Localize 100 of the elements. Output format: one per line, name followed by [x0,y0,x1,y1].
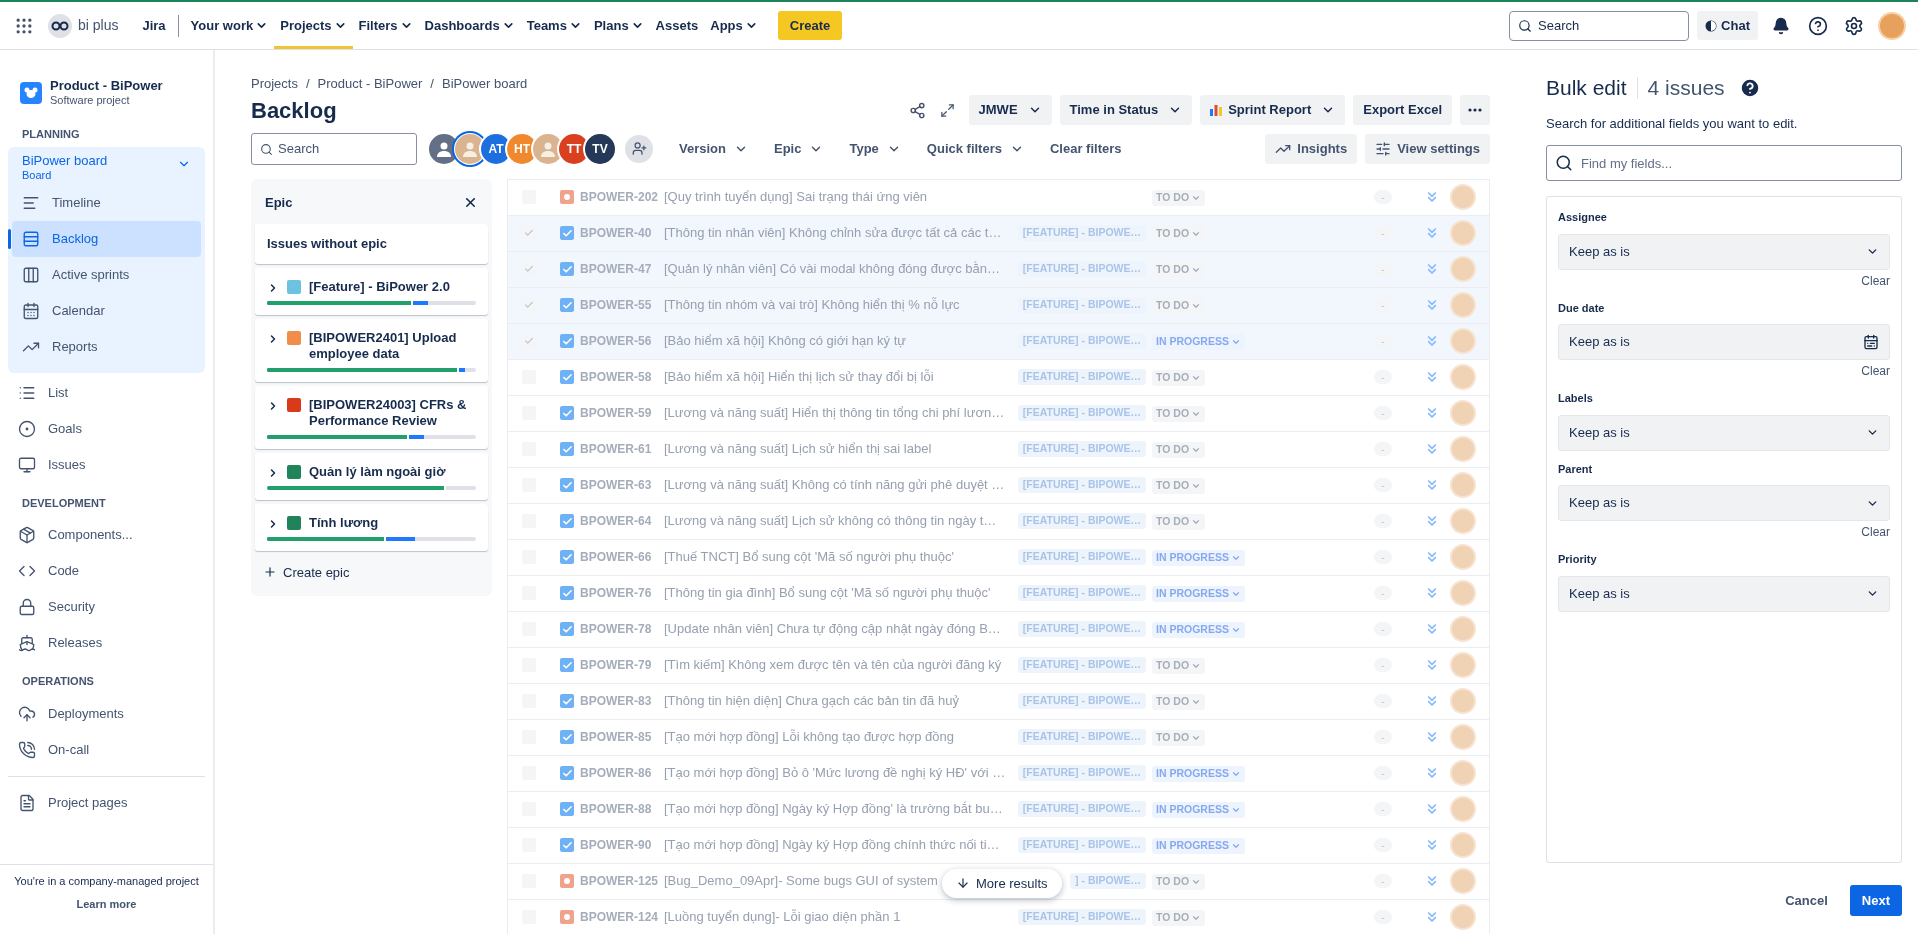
issue-key[interactable]: BPOWER-90 [580,836,664,854]
issue-key[interactable]: BPOWER-59 [580,404,664,422]
clear-link[interactable]: Clear [1861,269,1890,290]
learn-more-link[interactable]: Learn more [76,895,137,912]
select-field[interactable]: Keep as is [1558,414,1890,451]
sidebar-item[interactable]: Security [8,589,205,625]
issue-key[interactable]: BPOWER-55 [580,296,664,314]
filter-dropdown[interactable]: Version [671,133,756,164]
toolbar-button[interactable]: Time in Status [1059,95,1193,125]
sidebar-item[interactable]: Backlog [12,220,201,257]
filter-dropdown[interactable]: Quick filters [918,133,1032,164]
issue-key[interactable]: BPOWER-86 [580,764,664,782]
status-lozenge[interactable]: TO DO [1152,514,1206,530]
toolbar-button[interactable]: Insights [1265,133,1358,164]
select-field[interactable]: Keep as is [1558,233,1890,270]
nav-item[interactable]: Teams [520,2,588,49]
nav-item[interactable]: Apps [704,2,764,49]
status-lozenge[interactable]: TO DO [1152,262,1206,278]
toolbar-button[interactable]: Export Excel [1353,95,1452,125]
search-field[interactable]: Find my fields... [1546,145,1902,181]
status-lozenge[interactable]: TO DO [1152,226,1206,242]
issue-key[interactable]: BPOWER-78 [580,620,664,638]
sidebar-item[interactable]: Timeline [12,184,201,221]
create-button[interactable]: Create [777,10,843,41]
sidebar-item[interactable]: Components... [8,517,205,553]
avatar[interactable]: AT [481,133,511,164]
toolbar-button[interactable]: JMWE [968,95,1052,125]
issue-key[interactable]: BPOWER-76 [580,584,664,602]
sidebar-item[interactable]: Code [8,553,205,589]
status-lozenge[interactable]: TO DO [1152,190,1206,206]
select-field[interactable]: Keep as is [1558,485,1890,521]
status-lozenge[interactable]: TO DO [1152,658,1206,674]
add-people-button[interactable] [625,134,653,163]
issue-key[interactable]: BPOWER-64 [580,512,664,530]
epic-card[interactable]: [BIPOWER24003] CFRs & Performance Review [255,385,488,449]
toolbar-button[interactable]: View settings [1365,133,1490,164]
issue-key[interactable]: BPOWER-88 [580,800,664,818]
avatar[interactable]: TV [585,133,615,164]
status-lozenge[interactable]: IN PROGRESS [1152,586,1245,602]
epic-card[interactable]: Tính lương [255,503,488,551]
sidebar-item[interactable]: List [8,374,205,411]
sidebar-item[interactable]: Active sprints [12,256,201,293]
status-lozenge[interactable]: IN PROGRESS [1152,802,1245,818]
issue-key[interactable]: BPOWER-58 [580,368,664,386]
nav-item[interactable]: Filters [352,2,419,49]
toolbar-button[interactable]: Sprint Report [1200,95,1346,125]
create-epic-button[interactable]: Create epic [255,558,488,586]
issue-key[interactable]: BPOWER-124 [580,908,664,926]
select-field[interactable]: Keep as is [1558,575,1890,612]
issue-row[interactable]: BPOWER-55 [Thông tin nhóm và vai trò] Không hiển thị % nỗ lực [FEATURE] - BIPOWE… TO DO - [508,287,1489,324]
status-lozenge[interactable]: TO DO [1152,370,1206,386]
issue-key[interactable]: BPOWER-61 [580,440,664,458]
issue-row[interactable]: BPOWER-40 [Thông tin nhân viên] Không chỉnh sửa được tất cả các t… [FEATURE] - BIPOWE… TO DO - [508,215,1489,252]
breadcrumb-link[interactable]: Product - BiPower [317,74,423,94]
sidebar-item[interactable]: Reports [12,328,201,365]
nav-item[interactable]: Assets [649,2,705,49]
row-checkbox[interactable] [522,334,536,348]
nav-item[interactable]: Plans [587,2,650,49]
epic-card[interactable]: [Feature] - BiPower 2.0 [255,267,488,315]
cancel-button[interactable]: Cancel [1771,884,1842,916]
nav-item[interactable]: Projects [274,2,353,49]
row-checkbox[interactable] [522,298,536,312]
nav-item[interactable]: Dashboards [418,2,521,49]
date-field[interactable]: Keep as is [1558,324,1890,360]
settings-icon[interactable] [1844,15,1864,36]
avatar[interactable] [533,133,563,164]
status-lozenge[interactable]: TO DO [1152,730,1206,746]
status-lozenge[interactable]: IN PROGRESS [1152,838,1245,854]
issue-key[interactable]: BPOWER-202 [580,188,664,206]
status-lozenge[interactable]: TO DO [1152,694,1206,710]
more-results-button[interactable]: More results [942,868,1062,898]
avatar[interactable] [1880,13,1904,38]
sidebar-item[interactable]: Project pages [8,784,205,821]
status-lozenge[interactable]: TO DO [1152,910,1206,926]
search-field[interactable]: Search [251,132,417,165]
issue-key[interactable]: BPOWER-125 [580,872,664,890]
board-toggle[interactable]: BiPower board Board [12,146,201,185]
issue-key[interactable]: BPOWER-40 [580,224,664,242]
avatar[interactable]: TT [559,133,589,164]
expand-icon[interactable] [939,102,955,118]
status-lozenge[interactable]: TO DO [1152,478,1206,494]
status-lozenge[interactable]: TO DO [1152,298,1206,314]
filter-dropdown[interactable]: Epic [765,133,832,164]
issue-key[interactable]: BPOWER-85 [580,728,664,746]
status-lozenge[interactable]: IN PROGRESS [1152,334,1245,350]
status-lozenge[interactable]: IN PROGRESS [1152,622,1245,638]
share-icon[interactable] [908,101,926,119]
row-checkbox[interactable] [522,262,536,276]
issue-row[interactable]: BPOWER-47 [Quản lý nhân viên] Có vài modal không đóng được bằn… [FEATURE] - BIPOWE… TO DO - [508,251,1489,288]
next-button[interactable]: Next [1849,884,1902,916]
filter-dropdown[interactable]: Type [841,133,909,164]
help-icon[interactable] [1808,15,1828,36]
issue-key[interactable]: BPOWER-63 [580,476,664,494]
nav-item[interactable]: Jira [136,2,172,49]
status-lozenge[interactable]: TO DO [1152,874,1206,890]
breadcrumb-link[interactable]: Projects [251,74,298,94]
breadcrumb-link[interactable]: BiPower board [442,74,528,94]
sidebar-item[interactable]: Issues [8,446,205,483]
more-button[interactable] [1460,95,1490,125]
notifications-icon[interactable] [1772,16,1790,35]
